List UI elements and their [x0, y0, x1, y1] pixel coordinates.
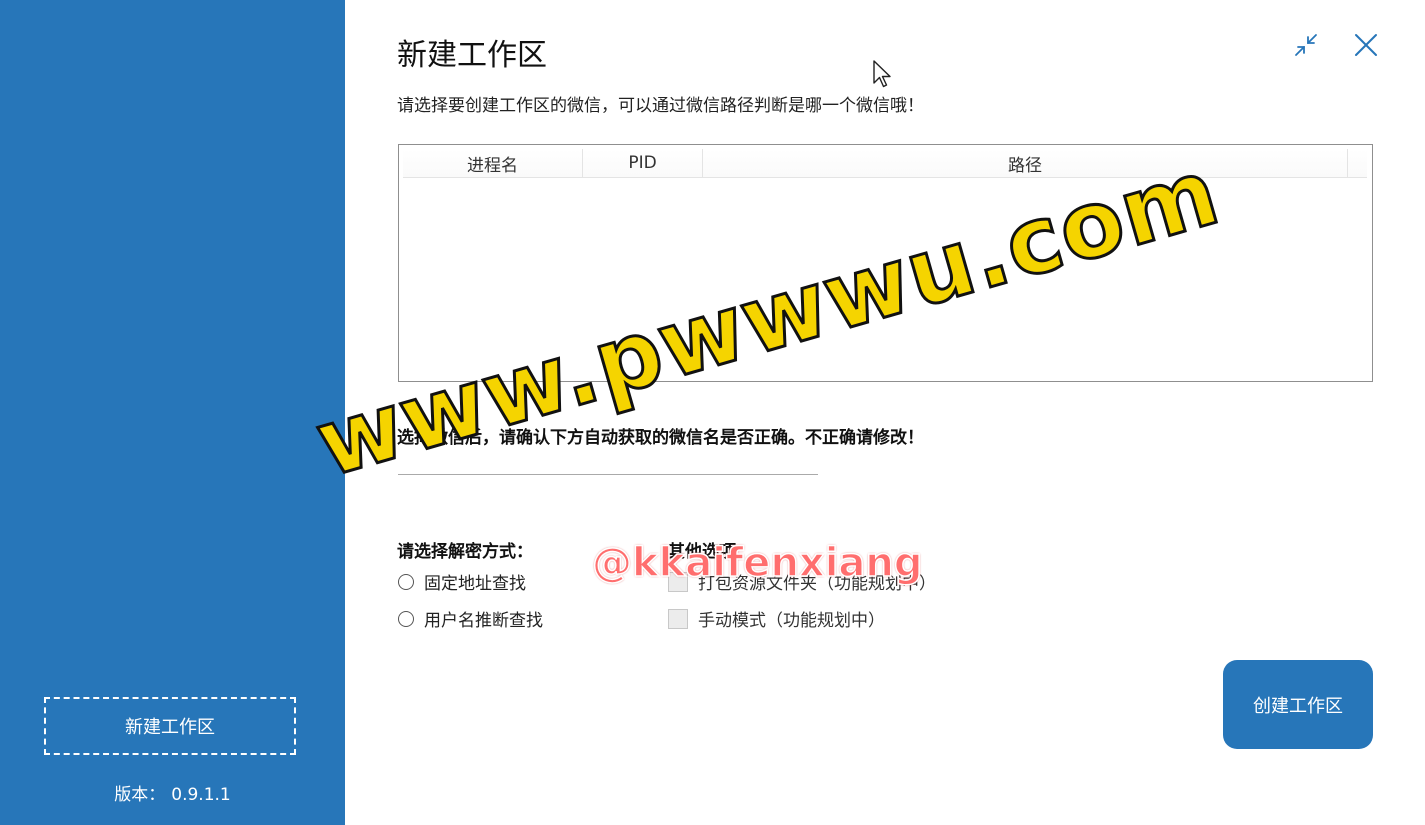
sidebar: 新建工作区 版本： 0.9.1.1: [0, 0, 345, 825]
checkbox-manual-mode[interactable]: 手动模式（功能规划中）: [668, 606, 885, 631]
radio-fixed-address[interactable]: 固定地址查找: [398, 569, 526, 594]
column-header-filler: [1348, 149, 1367, 177]
radio-username-infer-label: 用户名推断查找: [424, 611, 543, 631]
create-workspace-button[interactable]: 创建工作区: [1223, 660, 1373, 749]
collapse-button[interactable]: [1289, 28, 1323, 62]
table-header: 进程名 PID 路径: [403, 149, 1367, 178]
close-icon: [1355, 34, 1377, 56]
page-title: 新建工作区: [397, 38, 547, 73]
radio-fixed-address-label: 固定地址查找: [424, 574, 526, 594]
column-header-pid[interactable]: PID: [583, 149, 703, 177]
column-header-process-name[interactable]: 进程名: [403, 149, 583, 177]
version-info: 版本： 0.9.1.1: [0, 780, 345, 805]
close-button[interactable]: [1349, 28, 1383, 62]
mouse-cursor-icon: [873, 60, 891, 88]
process-table[interactable]: 进程名 PID 路径: [398, 144, 1373, 382]
wechat-name-notice: 选择微信后，请确认下方自动获取的微信名是否正确。不正确请修改！: [397, 428, 924, 448]
checkbox-box-icon[interactable]: [668, 608, 688, 629]
new-workspace-label: 新建工作区: [125, 717, 215, 738]
version-label: 版本：: [114, 785, 166, 805]
checkbox-manual-mode-label: 手动模式（功能规划中）: [698, 611, 885, 631]
page-subtitle: 请选择要创建工作区的微信，可以通过微信路径判断是哪一个微信哦！: [397, 96, 924, 116]
decrypt-method-label: 请选择解密方式：: [397, 542, 533, 562]
other-options-label: 其他选项：: [668, 542, 753, 562]
checkbox-box-icon[interactable]: [668, 571, 688, 592]
checkbox-pack-resources-label: 打包资源文件夹（功能规划中）: [698, 574, 936, 594]
checkbox-pack-resources[interactable]: 打包资源文件夹（功能规划中）: [668, 569, 936, 594]
new-workspace-button[interactable]: 新建工作区: [44, 697, 296, 755]
radio-circle-icon[interactable]: [398, 610, 414, 627]
collapse-arrows-icon: [1295, 34, 1317, 56]
main-panel: 新建工作区 请选择要创建工作区的微信，可以通过微信路径判断是哪一个微信哦！ 进程…: [345, 0, 1425, 825]
radio-username-infer[interactable]: 用户名推断查找: [398, 606, 543, 631]
column-header-path[interactable]: 路径: [703, 149, 1348, 177]
radio-circle-icon[interactable]: [398, 573, 414, 590]
create-workspace-label: 创建工作区: [1253, 695, 1343, 717]
wechat-name-input[interactable]: [398, 448, 818, 475]
version-value: 0.9.1.1: [171, 785, 231, 805]
